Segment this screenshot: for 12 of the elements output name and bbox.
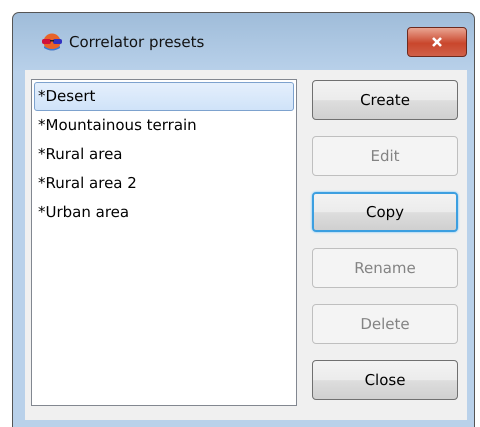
preset-item[interactable]: *Desert [34,82,294,111]
preset-item[interactable]: *Mountainous terrain [34,111,294,140]
close-icon [430,36,444,48]
preset-item[interactable]: *Rural area 2 [34,169,294,198]
globe-with-glasses-icon [41,32,63,52]
close-button[interactable] [407,26,467,56]
dialog-button[interactable]: Copy [312,192,458,232]
preset-item[interactable]: *Urban area [34,198,294,227]
preset-item[interactable]: *Rural area [34,140,294,169]
dialog-button[interactable]: Create [312,80,458,120]
window-title: Correlator presets [69,32,206,50]
dialog-button[interactable]: Close [312,360,458,400]
